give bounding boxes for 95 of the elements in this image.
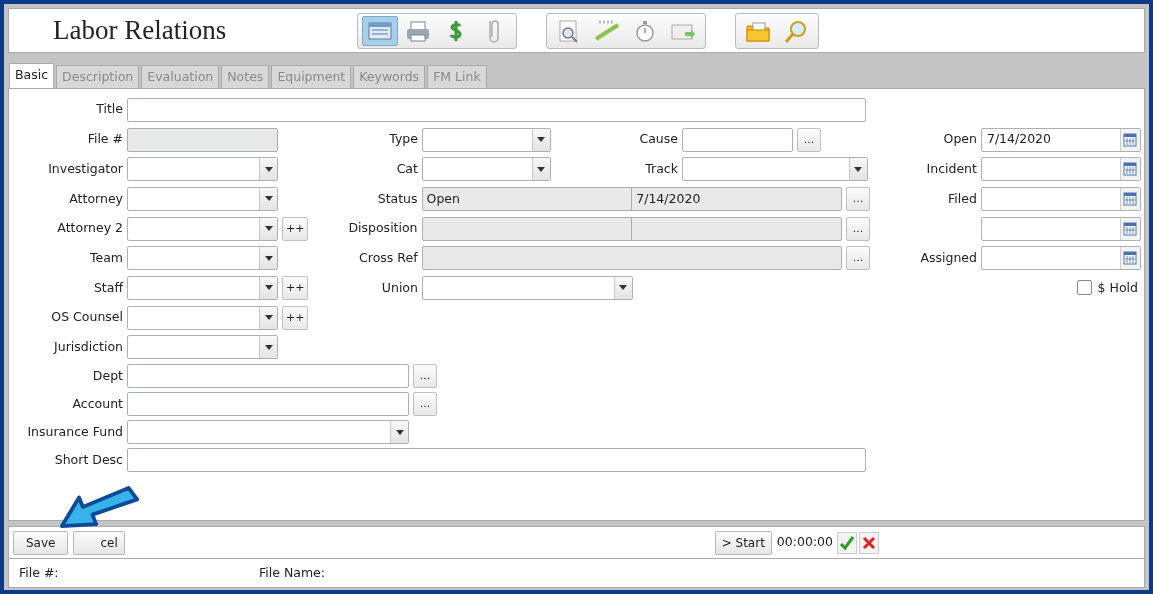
text-field[interactable]	[421, 246, 842, 271]
dropdown[interactable]	[127, 305, 278, 330]
checkbox-label: $ Hold	[1097, 278, 1138, 297]
field-label: Attorney	[68, 189, 124, 208]
date-field[interactable]	[980, 186, 1141, 211]
caret-icon	[537, 166, 546, 172]
caret-icon	[854, 166, 863, 172]
split-field[interactable]	[421, 216, 842, 241]
caret-icon	[264, 226, 273, 232]
field-label: Staff	[92, 278, 125, 297]
caret-icon	[395, 429, 404, 435]
field-label: Attorney 2	[56, 219, 124, 238]
field-label: Investigator	[47, 159, 124, 178]
field-label: OS Counsel	[50, 308, 124, 327]
checkmark-icon[interactable]	[839, 534, 855, 551]
start-button[interactable]: > Start	[714, 530, 772, 555]
field-label: Filed	[947, 189, 978, 208]
status-label: File Name:	[259, 563, 325, 582]
field-label: Assigned	[919, 248, 978, 267]
field-label: Open	[942, 130, 978, 149]
browse-button[interactable]: ...	[413, 364, 437, 389]
close-icon[interactable]	[862, 535, 876, 550]
dropdown[interactable]	[421, 275, 633, 300]
text-field[interactable]	[127, 392, 409, 417]
text-field[interactable]	[127, 127, 278, 152]
window-title: Labor Relations	[52, 14, 228, 48]
add-button[interactable]: ++	[282, 275, 309, 300]
dropdown[interactable]	[681, 157, 868, 182]
field-label: Jurisdiction	[52, 337, 124, 356]
toolbar-button[interactable]	[362, 15, 398, 46]
field-value: 7/14/2020	[631, 187, 841, 210]
field-label: Type	[388, 130, 419, 149]
browse-button[interactable]: ...	[845, 246, 870, 271]
field-label: Disposition	[347, 219, 419, 238]
save-button[interactable]: Save	[13, 530, 69, 555]
field-label: Short Desc	[53, 450, 124, 469]
field-label: Dept	[91, 366, 124, 385]
field-label: Status	[376, 189, 419, 208]
dropdown[interactable]	[421, 127, 551, 152]
caret-icon	[264, 315, 273, 321]
calendar-icon	[1123, 251, 1138, 266]
date-field[interactable]	[980, 216, 1141, 241]
split-field[interactable]: Open 7/14/2020	[421, 186, 842, 211]
text-field[interactable]	[127, 448, 866, 473]
dropdown[interactable]	[127, 275, 278, 300]
field-label: Title	[95, 100, 124, 119]
field-label: Track	[645, 159, 679, 178]
caret-icon	[264, 344, 273, 350]
field-label: Union	[380, 278, 419, 297]
date-field[interactable]	[980, 246, 1141, 271]
dollar-icon	[449, 18, 463, 43]
browse-button[interactable]: ...	[845, 216, 870, 241]
caret-icon	[264, 255, 273, 261]
browse-button[interactable]: ...	[845, 186, 870, 211]
field-label: Cat	[395, 159, 419, 178]
text-field[interactable]	[681, 127, 793, 152]
browse-button[interactable]: ...	[796, 127, 821, 152]
caret-icon	[537, 137, 546, 143]
elapsed-time: 00:00:00	[776, 533, 833, 552]
calendar-icon	[1123, 191, 1138, 206]
field-label: Cause	[639, 130, 679, 149]
checkbox[interactable]	[1076, 280, 1092, 296]
browse-button[interactable]: ...	[413, 392, 437, 417]
calendar-icon	[1123, 221, 1138, 236]
dropdown[interactable]	[127, 246, 278, 271]
field-label: Team	[88, 248, 124, 267]
caret-icon	[264, 285, 273, 291]
field-label: Insurance Fund	[26, 422, 124, 441]
date-field[interactable]	[980, 157, 1141, 182]
field-label: Account	[71, 394, 124, 413]
dropdown[interactable]	[421, 157, 551, 182]
dropdown[interactable]	[127, 157, 278, 182]
cancel-button[interactable]: cel	[73, 530, 125, 555]
dropdown[interactable]	[127, 216, 278, 241]
paperclip-icon	[488, 18, 500, 43]
text-field[interactable]	[127, 364, 409, 389]
text-field[interactable]	[127, 97, 866, 122]
dropdown[interactable]	[127, 335, 278, 360]
calendar-icon	[1123, 132, 1138, 147]
add-button[interactable]: ++	[282, 305, 309, 330]
dropdown[interactable]	[127, 420, 409, 445]
field-label: Incident	[925, 159, 978, 178]
date-field[interactable]: 7/14/2020	[980, 127, 1141, 152]
field-value: Open	[425, 189, 461, 208]
caret-icon	[264, 196, 273, 202]
caret-icon	[264, 166, 273, 172]
add-button[interactable]: ++	[282, 216, 309, 241]
caret-icon	[619, 285, 628, 291]
tab[interactable]: Basic	[9, 63, 55, 88]
status-label: File #:	[19, 563, 60, 582]
dropdown[interactable]	[127, 186, 278, 211]
field-value: 7/14/2020	[986, 130, 1052, 149]
field-label: Cross Ref	[358, 248, 419, 267]
field-label: File #	[86, 130, 124, 149]
calendar-icon	[1123, 162, 1138, 177]
